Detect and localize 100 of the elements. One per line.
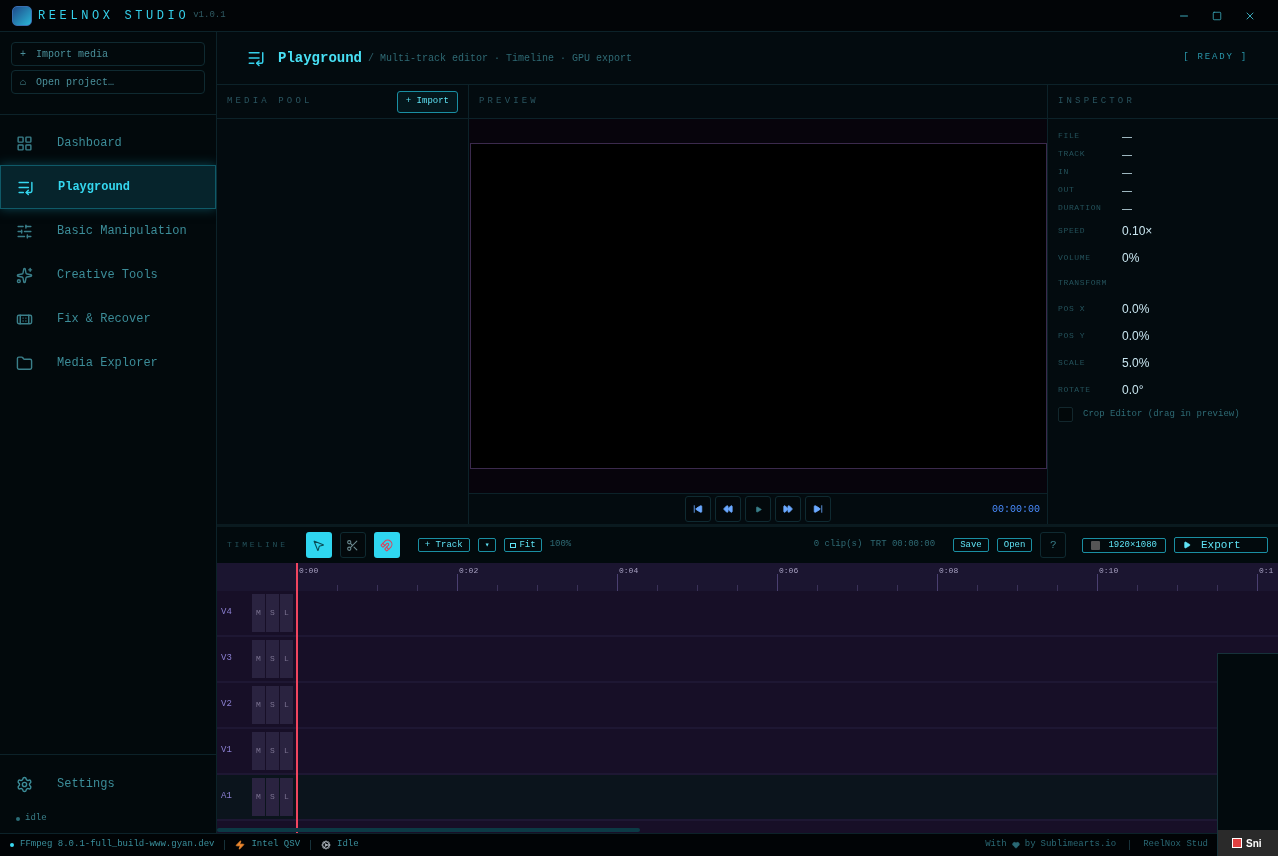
- fit-icon: [510, 542, 517, 548]
- track-toggle-button[interactable]: L: [280, 732, 293, 770]
- status-text: FFmpeg 8.0.1-full_build-www.gyan.dev: [20, 838, 215, 852]
- lightning-icon: [235, 840, 246, 850]
- inspector-label: TRACK: [1058, 148, 1087, 160]
- ruler-label: 0:1: [1259, 565, 1274, 577]
- track-dropdown-button[interactable]: ▾: [477, 538, 497, 552]
- crop-editor-label: Crop Editor (drag in preview): [1083, 407, 1240, 421]
- panel-title: MEDIA POOL: [227, 94, 313, 108]
- nav-item[interactable]: Playground: [0, 165, 216, 209]
- credit-text: With: [985, 838, 1007, 852]
- credit-text: by: [1024, 838, 1036, 852]
- nav-item[interactable]: Media Explorer: [0, 341, 216, 385]
- nav-icon: [16, 354, 33, 372]
- track-label: A1: [221, 790, 233, 804]
- crop-editor-checkbox[interactable]: [1058, 407, 1073, 422]
- nav-item[interactable]: Creative Tools: [0, 253, 216, 297]
- inspector-value: —: [1122, 183, 1132, 198]
- panel-title: TIMELINE: [227, 539, 288, 551]
- help-button[interactable]: ?: [1040, 532, 1067, 558]
- ruler-label: 0:00: [299, 565, 319, 577]
- rewind-icon: [723, 504, 733, 514]
- transport-button[interactable]: [805, 496, 831, 522]
- nav-item[interactable]: Dashboard: [0, 121, 216, 165]
- tool-button[interactable]: [339, 532, 366, 558]
- transport-button[interactable]: [775, 496, 801, 522]
- status-text: Intel QSV: [251, 838, 301, 852]
- page-title: Playground: [278, 48, 362, 68]
- title-separator: /: [368, 51, 375, 66]
- credit-link[interactable]: Sublimearts.io: [1040, 838, 1117, 852]
- playground-icon: [247, 49, 265, 67]
- export-button[interactable]: Export: [1174, 537, 1268, 553]
- import-button[interactable]: + Import: [396, 90, 458, 113]
- inspector-label: VOLUME: [1058, 251, 1092, 264]
- settings-item[interactable]: Settings: [0, 763, 216, 805]
- sidebar-action-button[interactable]: + Import media: [11, 42, 205, 66]
- inspector-value: —: [1122, 165, 1132, 180]
- track-toggle-button[interactable]: L: [280, 778, 293, 816]
- nav-icon: [16, 222, 33, 240]
- inspector-label: FILE: [1058, 130, 1081, 142]
- track-label: V4: [221, 606, 233, 620]
- inspector-heading: TRANSFORM: [1058, 277, 1107, 289]
- snip-icon: [1232, 838, 1242, 848]
- inspector-label: SCALE: [1058, 356, 1087, 369]
- resolution-button[interactable]: 1920×1080: [1082, 537, 1166, 553]
- sidebar-action-button[interactable]: ⌂ Open project…: [11, 70, 205, 94]
- track-toggle-button[interactable]: L: [280, 594, 293, 632]
- page-subtitle: Multi-track editor · Timeline · GPU export: [380, 51, 633, 66]
- maximize-icon[interactable]: [1212, 10, 1222, 21]
- nav-item[interactable]: Basic Manipulation: [0, 209, 216, 253]
- inspector-value: —: [1122, 147, 1132, 162]
- inspector-value[interactable]: 0.0%: [1122, 299, 1150, 318]
- inspector-label: SPEED: [1058, 224, 1087, 237]
- ready-status: [ READY ]: [1183, 51, 1248, 65]
- track-toggle-button[interactable]: S: [266, 594, 279, 632]
- fast-forward-icon: [783, 504, 793, 514]
- cursor-icon: [312, 538, 326, 552]
- app-logo-icon: [12, 5, 32, 26]
- open-button[interactable]: Open: [996, 538, 1033, 552]
- nav-icon: [16, 134, 33, 152]
- fit-button[interactable]: Fit: [504, 538, 542, 552]
- transport-button[interactable]: [685, 496, 711, 522]
- skip-forward-icon: [813, 504, 823, 514]
- track-toggle-button[interactable]: S: [266, 778, 279, 816]
- track-label: V1: [221, 744, 233, 758]
- inspector-label: ROTATE: [1058, 383, 1092, 396]
- inspector-value[interactable]: 0.0°: [1122, 380, 1144, 399]
- add-track-button[interactable]: + Track: [417, 538, 470, 552]
- status-text: Idle: [337, 838, 359, 852]
- tool-button[interactable]: [373, 532, 400, 558]
- track-toggle-button[interactable]: M: [252, 778, 265, 816]
- save-button[interactable]: Save: [953, 538, 989, 552]
- inspector-value[interactable]: 5.0%: [1122, 353, 1150, 372]
- ruler-label: 0:08: [939, 565, 959, 577]
- track-toggle-button[interactable]: M: [252, 594, 265, 632]
- inspector-value[interactable]: 0%: [1122, 248, 1140, 267]
- track-toggle-button[interactable]: S: [266, 686, 279, 724]
- resolution-swatch-icon: [1091, 540, 1101, 550]
- sidebar-status: idle: [25, 812, 47, 826]
- tool-button[interactable]: [305, 532, 332, 558]
- track-toggle-button[interactable]: S: [266, 640, 279, 678]
- skip-back-icon: [693, 504, 703, 514]
- panel-title: PREVIEW: [479, 94, 539, 108]
- track-label: V3: [221, 652, 233, 666]
- transport-button[interactable]: [715, 496, 741, 522]
- heart-icon: [1011, 841, 1020, 849]
- track-toggle-button[interactable]: S: [266, 732, 279, 770]
- total-runtime: TRT 00:00:00: [870, 538, 936, 552]
- track-toggle-button[interactable]: M: [252, 640, 265, 678]
- clip-count: 0 clip(s): [813, 538, 863, 552]
- inspector-value[interactable]: 0.0%: [1122, 326, 1150, 345]
- nav-item[interactable]: Fix & Recover: [0, 297, 216, 341]
- track-toggle-button[interactable]: M: [252, 686, 265, 724]
- inspector-label: DURATION: [1058, 202, 1103, 214]
- inspector-value: —: [1122, 201, 1132, 216]
- inspector-value[interactable]: 0.10×: [1122, 221, 1153, 240]
- track-toggle-button[interactable]: L: [280, 686, 293, 724]
- track-toggle-button[interactable]: L: [280, 640, 293, 678]
- track-label: V2: [221, 698, 233, 712]
- track-toggle-button[interactable]: M: [252, 732, 265, 770]
